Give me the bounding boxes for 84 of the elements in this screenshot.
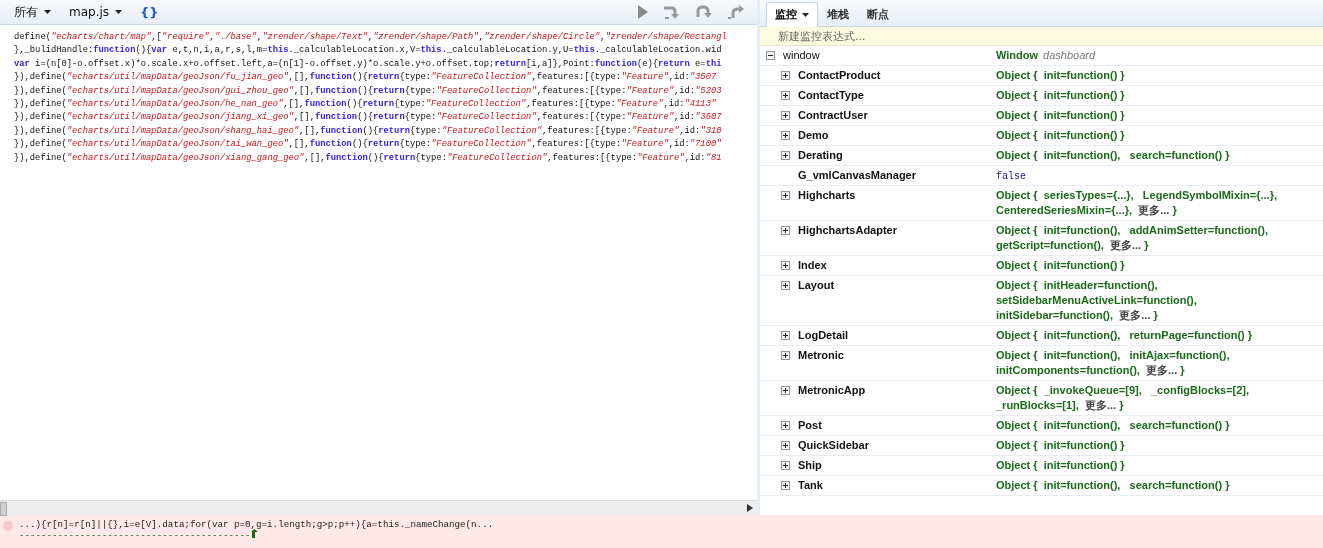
expand-icon[interactable] (781, 386, 790, 395)
collapse-icon[interactable] (766, 51, 775, 60)
scope-menu[interactable]: 所有 (8, 1, 57, 23)
property-name: Index (798, 258, 827, 273)
scroll-right-icon[interactable] (747, 504, 753, 512)
property-value: Object { seriesTypes={...}, LegendSymbolMixin={...}, CenteredSeriesMixin={...}, 更多... } (996, 189, 1278, 216)
property-name: MetronicApp (798, 383, 866, 398)
property-name: Metronic (798, 348, 844, 363)
property-name: Tank (798, 478, 823, 493)
property-name: Highcharts (798, 188, 856, 203)
property-value: Window (996, 49, 1039, 61)
expand-icon[interactable] (781, 461, 790, 470)
error-pointer: ------------------------------------------ (19, 531, 251, 541)
property-value: Object { init=function(), initAjax=function(), initComponents=function(), 更多... } (996, 349, 1231, 376)
property-name: HighchartsAdapter (798, 223, 898, 238)
property-value: Object { initHeader=function(), setSidebarMenuActiveLink=function(), initSidebar=function(), 更多... } (996, 279, 1198, 321)
scrollbar-thumb[interactable] (0, 502, 7, 516)
property-note: dashboard (1043, 49, 1096, 61)
property-name: window (783, 48, 820, 63)
property-value: Object { init=function(), search=function() } (996, 419, 1230, 431)
property-name: Layout (798, 278, 835, 293)
property-name: ContactProduct (798, 68, 881, 83)
expand-icon[interactable] (781, 111, 790, 120)
property-value: Object { init=function() } (996, 109, 1125, 121)
property-value: Object { init=function() } (996, 439, 1125, 451)
caret-icon (115, 10, 123, 14)
tab[interactable]: 堆栈 (818, 2, 858, 26)
step-into-icon[interactable] (695, 4, 713, 20)
property-name: QuickSidebar (798, 438, 869, 453)
expand-icon[interactable] (781, 91, 790, 100)
property-name: LogDetail (798, 328, 849, 343)
property-value: Object { init=function() } (996, 129, 1125, 141)
property-name: ContactType (798, 88, 864, 103)
play-icon[interactable] (637, 4, 649, 20)
tab[interactable]: 断点 (858, 2, 898, 26)
expand-icon[interactable] (781, 281, 790, 290)
error-dot-icon (3, 521, 13, 531)
code-line: }),define("echarts/util/mapData/geoJson/tai_wan_geo",[],function(){return{type:"FeatureCollection",features:[{type:"Feature",id:"7100" (14, 138, 723, 152)
code-line: }),define("echarts/util/mapData/geoJson/shang_hai_geo",[],function(){return{type:"FeatureCollection",features:[{type:"Feature",id:"310 (14, 124, 723, 138)
expand-icon[interactable] (781, 131, 790, 140)
code-line: var i=(n[0]-o.offset.x)*o.scale.x+o.offset.left,a=(n[1]-o.offset.y)*o.scale.y+o.offset.top;return[i,a]},Point:function(e){return e=thi (14, 57, 723, 71)
code-line: }),define("echarts/util/mapData/geoJson/jiang_xi_geo",[],function(){return{type:"FeatureCollection",features:[{type:"Feature",id:"3607 (14, 111, 723, 125)
expand-icon[interactable] (781, 226, 790, 235)
property-value: Object { init=function(), search=function() } (996, 479, 1230, 491)
expand-icon[interactable] (781, 351, 790, 360)
expand-icon[interactable] (781, 151, 790, 160)
horizontal-scrollbar[interactable] (0, 500, 757, 515)
property-value: Object { init=function() } (996, 259, 1125, 271)
caret-icon (44, 10, 51, 14)
code-line: define("echarts/chart/map",["require","./base","zrender/shape/Text","zrender/shape/Path","zrender/shape/Circle","zrender/shape/Rectangl (14, 31, 728, 44)
property-value: Object { init=function() } (996, 459, 1125, 471)
property-value: Object { init=function() } (996, 69, 1125, 81)
property-name: G_vmlCanvasManager (798, 168, 916, 183)
expand-icon[interactable] (781, 71, 790, 80)
pretty-print-button[interactable]: {} (134, 2, 165, 22)
expand-icon[interactable] (781, 191, 790, 200)
code-line: }),define("echarts/util/mapData/geoJson/he_nan_geo",[],function(){return{type:"FeatureCollection",features:[{type:"Feature",id:"4113" (14, 98, 718, 112)
file-menu[interactable]: map.js (63, 3, 129, 21)
property-value: Object { init=function(), returnPage=function() } (996, 329, 1253, 341)
expand-icon[interactable] (781, 441, 790, 450)
step-over-icon[interactable] (663, 4, 681, 20)
property-name: Post (798, 418, 822, 433)
error-source-line: ...){r[n]=r[n]||{},i=e[V].data;for(var p=0,g=i.length;g>p;p++){a=this._nameChange(n... (19, 519, 494, 531)
step-out-icon[interactable] (727, 4, 745, 20)
expand-icon[interactable] (781, 331, 790, 340)
expand-icon[interactable] (781, 421, 790, 430)
property-value: Object { init=function(), addAnimSetter=function(), getScript=function(), 更多... } (996, 224, 1269, 251)
property-value: Object { init=function() } (996, 89, 1125, 101)
code-line: }),define("echarts/util/mapData/geoJson/xiang_gang_geo",[],function(){return{type:"FeatureCollection",features:[{type:"Feature",id:"81 (14, 151, 723, 165)
code-line: }),define("echarts/util/mapData/geoJson/fu_jian_geo",[],function(){return{type:"FeatureCollection",features:[{type:"Feature",id:"3507 (14, 71, 718, 85)
new-watch-field[interactable]: 新建监控表达式... (760, 27, 1323, 45)
expand-icon[interactable] (781, 481, 790, 490)
property-name: Derating (798, 148, 843, 163)
expand-icon[interactable] (781, 261, 790, 270)
property-name: Demo (798, 128, 829, 143)
arrow-up-icon (250, 529, 258, 538)
code-line: }),define("echarts/util/mapData/geoJson/gui_zhou_geo",[],function(){return{type:"FeatureCollection",features:[{type:"Feature",id:"5203 (14, 84, 723, 98)
property-name: Ship (798, 458, 822, 473)
property-value: Object { _invokeQueue=[9], _configBlocks=[2], _runBlocks=[1], 更多... } (996, 384, 1251, 411)
property-value: false (996, 171, 1026, 182)
property-value: Object { init=function(), search=function() } (996, 149, 1230, 161)
tab[interactable]: 监控 (766, 2, 818, 27)
code-line: },_bulidHandle:function(){var e,t,n,i,a,r,s,l,m=this._calculableLocation.x,V=this._calculableLocation.y,U=this._calculableLocation.wid (14, 44, 723, 58)
property-name: ContractUser (798, 108, 868, 123)
